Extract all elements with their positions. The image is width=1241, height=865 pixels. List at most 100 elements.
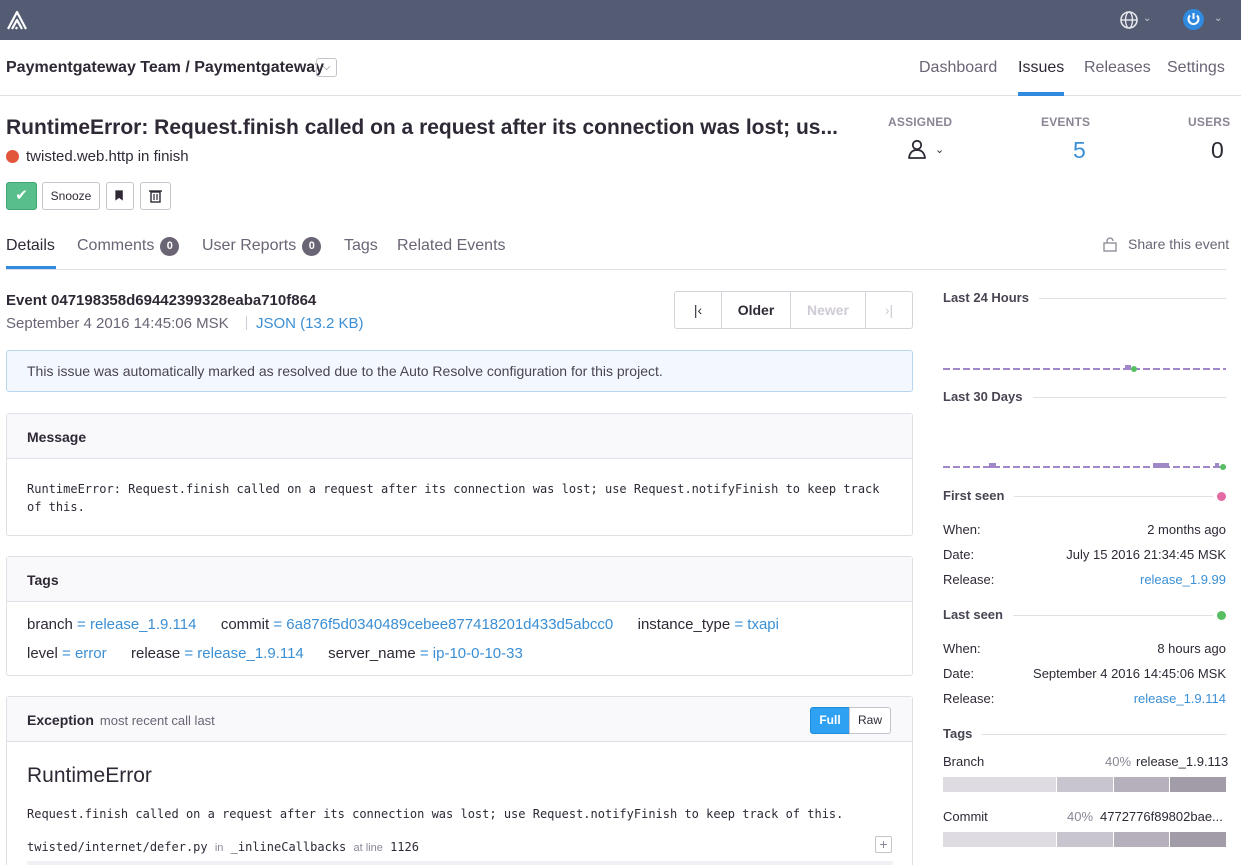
tag-equals: =	[273, 616, 283, 633]
user-reports-count-badge: 0	[302, 237, 322, 256]
exception-type: RuntimeError	[27, 764, 152, 787]
last-seen-release-wrap: release_1.9.114	[1134, 691, 1226, 706]
bookmark-icon	[115, 190, 123, 201]
nav-settings[interactable]: Settings	[1167, 59, 1225, 77]
tag-item[interactable]: branch = release_1.9.114	[27, 616, 196, 633]
users-label: USERS	[1188, 115, 1231, 129]
tags-box: Tags branch = release_1.9.114 commit = 6…	[6, 556, 913, 676]
tag-dist-bar[interactable]	[943, 832, 1226, 847]
tab-tags[interactable]: Tags	[344, 237, 378, 255]
frame-in: in	[214, 842, 224, 854]
tag-row: level = error release = release_1.9.114 …	[27, 645, 523, 662]
raw-view-button[interactable]: Raw	[849, 707, 891, 734]
tag-equals: =	[734, 616, 744, 633]
tag-item[interactable]: instance_type = txapi	[638, 616, 779, 633]
chevron-down-icon[interactable]: ⌄	[1143, 13, 1151, 24]
resolve-button[interactable]: ✔	[6, 182, 37, 210]
chevron-down-icon[interactable]: ⌄	[935, 143, 944, 156]
tag-dist-segment	[943, 777, 1057, 792]
auto-resolve-alert: This issue was automatically marked as r…	[6, 350, 913, 392]
event-json-link[interactable]: JSON (13.2 KB)	[256, 315, 364, 332]
alert-text: This issue was automatically marked as r…	[27, 363, 663, 379]
first-seen-date-label: Date:	[943, 547, 975, 562]
first-seen-title: First seen	[943, 488, 1015, 503]
project-header: Paymentgateway Team / Paymentgateway ⌵ D…	[0, 40, 1241, 96]
event-id: Event 047198358d69442399328eaba710f864	[6, 292, 317, 309]
last-24-hours-title: Last 24 Hours	[943, 290, 1039, 305]
project-dropdown-button[interactable]: ⌵	[316, 58, 337, 77]
divider	[943, 734, 1226, 735]
nav-issues[interactable]: Issues	[1018, 59, 1064, 77]
check-icon: ✔	[15, 187, 28, 204]
tag-equals: =	[184, 645, 194, 662]
comments-count-badge: 0	[160, 237, 180, 256]
sidebar-tags-title: Tags	[943, 726, 983, 741]
full-view-button[interactable]: Full	[810, 707, 850, 734]
tab-comments-label: Comments	[77, 237, 155, 254]
older-event-button[interactable]: Older	[721, 291, 791, 329]
tag-item[interactable]: level = error	[27, 645, 107, 662]
tag-key: server_name	[328, 645, 416, 662]
tag-equals: =	[419, 645, 429, 662]
stack-frame[interactable]: twisted/internet/defer.py in _inlineCall…	[27, 840, 419, 854]
events-count[interactable]: 5	[1073, 137, 1086, 164]
bookmark-button[interactable]	[106, 182, 134, 210]
tag-dist-segment	[1056, 777, 1113, 792]
tag-row: branch = release_1.9.114 commit = 6a876f…	[27, 616, 779, 633]
tag-item[interactable]: commit = 6a876f5d0340489cebee877418201d4…	[221, 616, 613, 633]
frame-at: at line	[353, 842, 383, 854]
power-icon[interactable]	[1183, 9, 1204, 30]
tag-dist-bar[interactable]	[943, 777, 1226, 792]
tag-value: error	[74, 645, 107, 662]
share-event-link[interactable]: Share this event	[1128, 236, 1229, 252]
project-name[interactable]: Paymentgateway Team / Paymentgateway	[6, 59, 324, 77]
nav-dashboard[interactable]: Dashboard	[919, 59, 997, 77]
tag-value: 6a876f5d0340489cebee877418201d433d5abcc0	[286, 616, 614, 633]
assignee-icon[interactable]	[907, 139, 927, 159]
nav-releases[interactable]: Releases	[1084, 59, 1151, 77]
snooze-button[interactable]: Snooze	[42, 182, 100, 210]
exception-box: Exception most recent call last Full Raw …	[6, 696, 913, 865]
last-seen-release-label: Release:	[943, 691, 995, 706]
divider	[246, 316, 247, 330]
tag-dist-segment	[1169, 777, 1226, 792]
users-count: 0	[1211, 137, 1224, 163]
newer-event-button[interactable]: Newer	[790, 291, 866, 329]
lock-icon	[1103, 237, 1117, 252]
first-seen-release-link[interactable]: release_1.9.99	[1140, 572, 1226, 587]
last-seen-release-link[interactable]: release_1.9.114	[1134, 691, 1226, 706]
tag-item[interactable]: server_name = ip-10-0-10-33	[328, 645, 523, 662]
message-box: Message RuntimeError: Request.finish cal…	[6, 413, 913, 536]
tag-dist-name: Commit	[943, 809, 988, 824]
exception-header: Exception most recent call last Full Raw	[7, 697, 912, 742]
oldest-event-button[interactable]: |‹	[674, 291, 722, 329]
assigned-label: ASSIGNED	[888, 115, 953, 129]
chevron-down-icon[interactable]: ⌄	[1214, 13, 1222, 24]
event-date: September 4 2016 14:45:06 MSK	[6, 315, 229, 332]
expand-frame-button[interactable]: +	[875, 836, 892, 853]
tag-key: level	[27, 645, 58, 662]
tag-item[interactable]: release = release_1.9.114	[131, 645, 304, 662]
newest-event-button[interactable]: ›|	[865, 291, 913, 329]
exception-subtitle: most recent call last	[99, 713, 215, 728]
tab-comments[interactable]: Comments 0	[77, 237, 180, 256]
delete-button[interactable]	[140, 182, 171, 210]
tab-user-reports-label: User Reports	[202, 237, 297, 254]
tag-key: branch	[27, 616, 73, 633]
message-text: RuntimeError: Request.finish called on a…	[27, 482, 880, 514]
last-seen-when: 8 hours ago	[1157, 641, 1226, 656]
tab-related-events[interactable]: Related Events	[397, 237, 506, 255]
tab-user-reports[interactable]: User Reports 0	[202, 237, 322, 256]
tab-details[interactable]: Details	[6, 237, 55, 255]
issue-title: RuntimeError: Request.finish called on a…	[6, 116, 838, 139]
tag-dist-percent: 40%	[1105, 754, 1132, 769]
tag-dist-top-value: release_1.9.113	[1136, 754, 1229, 769]
last-seen-date: September 4 2016 14:45:06 MSK	[1033, 666, 1226, 681]
frame-context	[27, 861, 893, 865]
tag-equals: =	[62, 645, 71, 662]
tag-value: release_1.9.114	[89, 616, 197, 633]
level-indicator	[6, 150, 19, 163]
globe-icon[interactable]	[1119, 10, 1139, 30]
sentry-logo-icon[interactable]	[5, 9, 29, 31]
tag-equals: =	[77, 616, 86, 633]
